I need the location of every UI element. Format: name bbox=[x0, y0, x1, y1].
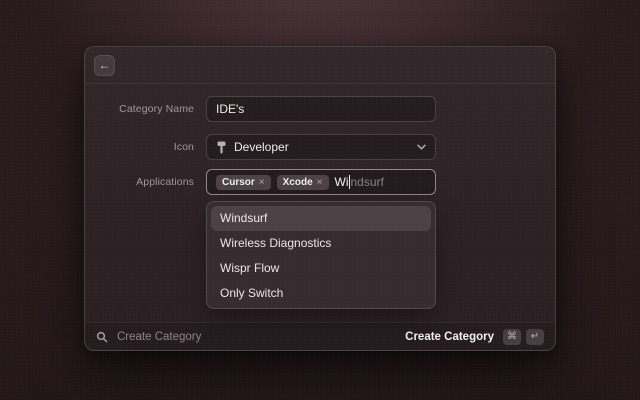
applications-dropdown: Windsurf Wireless Diagnostics Wispr Flow… bbox=[206, 201, 436, 309]
footer-bar: Create Category Create Category ⌘ ↵ bbox=[85, 322, 555, 350]
applications-input[interactable]: Cursor × Xcode × Wi ndsurf bbox=[206, 169, 436, 195]
app-tag-label: Xcode bbox=[282, 176, 313, 188]
back-arrow-icon: ← bbox=[98, 58, 111, 72]
app-tag-label: Cursor bbox=[222, 176, 255, 188]
remove-tag-icon[interactable]: × bbox=[317, 177, 323, 188]
chevron-down-icon bbox=[417, 144, 426, 150]
category-name-row: Category Name IDE's bbox=[85, 96, 555, 122]
category-name-input[interactable]: IDE's bbox=[206, 96, 436, 122]
icon-select[interactable]: Developer bbox=[206, 134, 436, 160]
typed-text: Wi bbox=[334, 175, 349, 189]
create-category-label: Create Category bbox=[405, 330, 494, 343]
dropdown-option[interactable]: Only Switch bbox=[211, 281, 431, 306]
dropdown-option[interactable]: Wispr Flow bbox=[211, 256, 431, 281]
category-name-label: Category Name bbox=[119, 103, 194, 115]
command-key-icon: ⌘ bbox=[503, 328, 521, 345]
dropdown-option[interactable]: Wireless Diagnostics bbox=[211, 231, 431, 256]
category-name-value: IDE's bbox=[216, 102, 245, 116]
search-icon bbox=[96, 331, 108, 343]
remove-tag-icon[interactable]: × bbox=[259, 177, 265, 188]
icon-label: Icon bbox=[173, 141, 194, 153]
window-header: ← bbox=[85, 47, 555, 84]
dropdown-option[interactable]: Windsurf bbox=[211, 206, 431, 231]
app-tag[interactable]: Cursor × bbox=[216, 174, 271, 190]
icon-value: Developer bbox=[234, 140, 289, 154]
return-key-icon: ↵ bbox=[526, 328, 544, 345]
icon-row: Icon Developer bbox=[85, 134, 555, 160]
create-category-window: ← Category Name IDE's Icon Developer App… bbox=[84, 46, 556, 351]
hammer-icon bbox=[216, 141, 227, 154]
back-button[interactable]: ← bbox=[94, 55, 115, 76]
app-tag[interactable]: Xcode × bbox=[276, 174, 329, 190]
applications-label: Applications bbox=[136, 176, 194, 188]
command-input[interactable]: Create Category bbox=[117, 331, 201, 343]
autocomplete-suggestion: ndsurf bbox=[350, 175, 384, 189]
create-category-button[interactable]: Create Category ⌘ ↵ bbox=[405, 328, 544, 345]
applications-row: Applications Cursor × Xcode × Wi ndsurf bbox=[85, 169, 555, 195]
